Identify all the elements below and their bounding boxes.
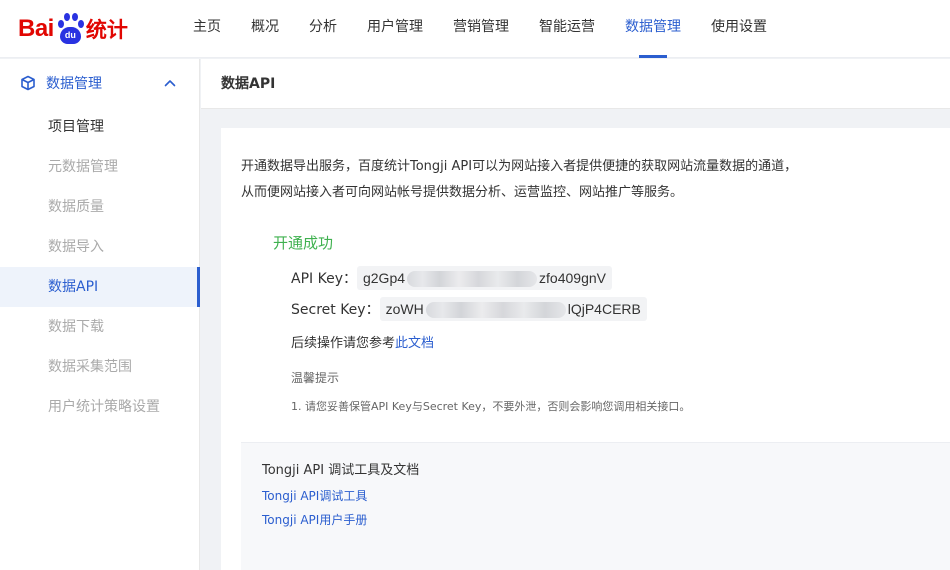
nav-item-analysis[interactable]: 分析: [294, 0, 352, 58]
api-debug-tool-link[interactable]: Tongji API调试工具: [262, 487, 367, 504]
tools-panel: Tongji API 调试工具及文档 Tongji API调试工具 Tongji…: [241, 442, 950, 570]
api-key-prefix: g2Gp4: [362, 270, 406, 286]
nav-item-user-management[interactable]: 用户管理: [352, 0, 438, 58]
api-card: 开通数据导出服务，百度统计Tongji API可以为网站接入者提供便捷的获取网站…: [221, 128, 950, 570]
nav-item-settings[interactable]: 使用设置: [696, 0, 782, 58]
cube-icon: [21, 75, 35, 91]
tips-item-1: 1. 请您妥善保管API Key与Secret Key，不要外泄，否则会影响您调…: [291, 400, 691, 413]
sidebar-item-metadata-management[interactable]: 元数据管理: [0, 147, 199, 187]
api-key-label: API Key：: [291, 271, 357, 287]
nav-item-overview[interactable]: 概况: [236, 0, 294, 58]
api-user-manual-link[interactable]: Tongji API用户手册: [262, 511, 367, 528]
baidu-tongji-logo[interactable]: Bai du 统计: [18, 10, 128, 48]
top-bar: Bai du 统计 主页 概况 分析 用户管理 营销管理 智能运营 数据管理 使…: [0, 0, 950, 58]
page-title: 数据API: [201, 59, 950, 109]
secret-key-suffix: lQjP4CERB: [567, 301, 641, 317]
api-key-value[interactable]: g2Gp4 zfo409gnV: [356, 266, 612, 290]
intro-text: 开通数据导出服务，百度统计Tongji API可以为网站接入者提供便捷的获取网站…: [241, 154, 797, 206]
logo-tongji-text: 统计: [85, 18, 128, 42]
follow-up-label: 后续操作请您参考: [291, 336, 396, 351]
secret-key-prefix: zoWH: [385, 301, 424, 317]
intro-line-1: 开通数据导出服务，百度统计Tongji API可以为网站接入者提供便捷的获取网站…: [241, 159, 798, 174]
paw-icon: du: [55, 12, 85, 46]
sidebar-item-user-stat-strategy[interactable]: 用户统计策略设置: [0, 387, 199, 427]
api-key-row: API Key： g2Gp4 zfo409gnV: [291, 266, 612, 290]
secret-key-row: Secret Key： zoWH lQjP4CERB: [291, 297, 647, 321]
tools-title: Tongji API 调试工具及文档: [262, 463, 420, 478]
sidebar: 数据管理 项目管理 元数据管理 数据质量 数据导入 数据API 数据下载 数据采…: [0, 59, 200, 570]
sidebar-item-data-quality[interactable]: 数据质量: [0, 187, 199, 227]
tips-title: 温馨提示: [291, 371, 340, 385]
nav-item-marketing[interactable]: 营销管理: [438, 0, 524, 58]
api-key-suffix: zfo409gnV: [539, 270, 606, 286]
secret-key-value[interactable]: zoWH lQjP4CERB: [379, 297, 647, 321]
sidebar-item-project-management[interactable]: 项目管理: [0, 107, 199, 147]
sidebar-section-data-management[interactable]: 数据管理: [0, 59, 199, 107]
success-status: 开通成功: [273, 234, 334, 252]
sidebar-item-data-download[interactable]: 数据下载: [0, 307, 199, 347]
nav-item-smart-operations[interactable]: 智能运营: [524, 0, 610, 58]
sidebar-item-collection-scope[interactable]: 数据采集范围: [0, 347, 199, 387]
nav-item-home[interactable]: 主页: [178, 0, 236, 58]
logo-du-text: du: [59, 27, 81, 44]
nav-item-data-management[interactable]: 数据管理: [610, 0, 696, 58]
intro-line-2: 从而便网站接入者可向网站帐号提供数据分析、运营监控、网站推广等服务。: [241, 185, 684, 200]
doc-link[interactable]: 此文档: [395, 336, 434, 351]
sidebar-item-data-import[interactable]: 数据导入: [0, 227, 199, 267]
logo-bai-text: Bai: [18, 15, 54, 42]
chevron-up-icon[interactable]: [163, 76, 177, 90]
sidebar-section-label: 数据管理: [46, 76, 102, 92]
follow-up-text: 后续操作请您参考此文档: [291, 332, 434, 351]
sidebar-item-data-api[interactable]: 数据API: [0, 267, 200, 307]
redacted-blur: [425, 302, 566, 319]
main-nav: 主页 概况 分析 用户管理 营销管理 智能运营 数据管理 使用设置: [178, 0, 782, 58]
redacted-blur: [407, 271, 538, 288]
secret-key-label: Secret Key：: [291, 302, 380, 318]
